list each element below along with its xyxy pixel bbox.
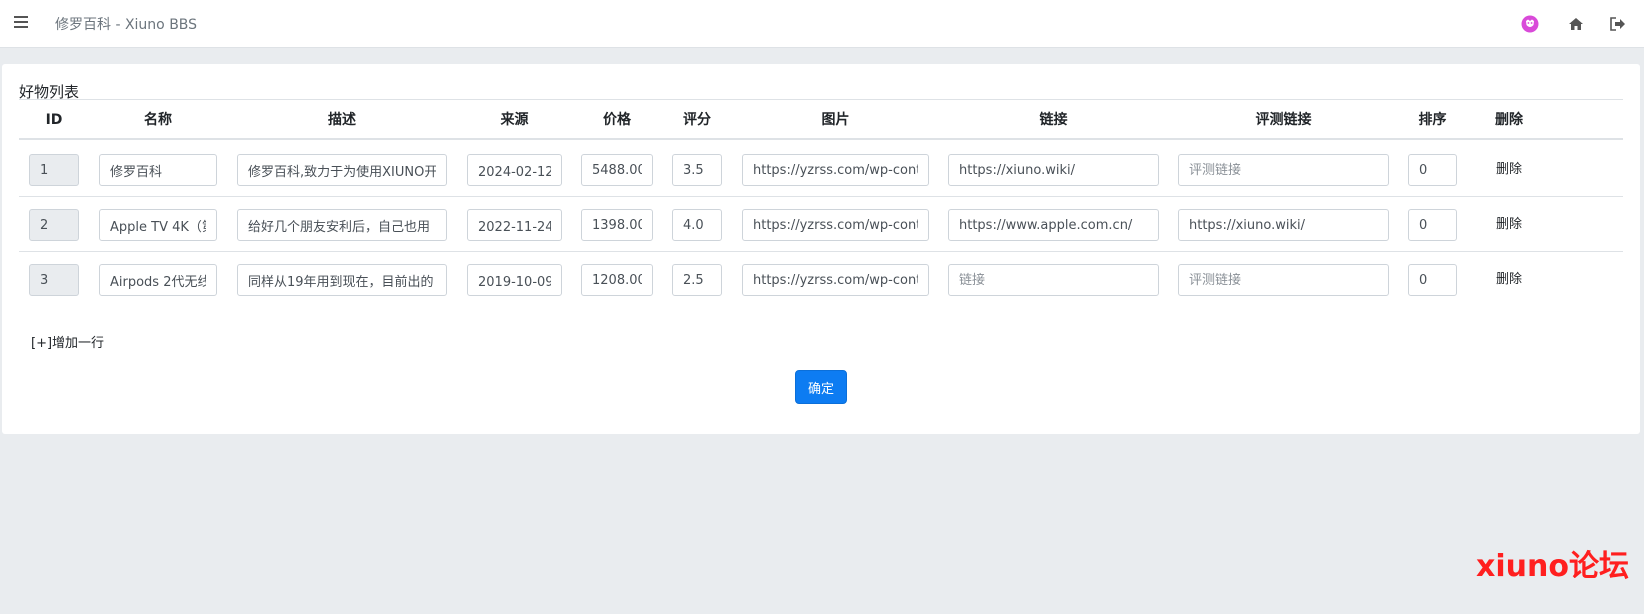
table-row: 删除 [19,197,1623,252]
price-input[interactable] [581,154,653,186]
delete-button[interactable]: 删除 [1464,209,1554,241]
image-input[interactable] [742,209,929,241]
review-link-input[interactable] [1178,209,1389,241]
col-header-image: 图片 [821,112,850,128]
col-header-rating: 评分 [683,112,711,128]
col-header-id: ID [45,112,63,128]
site-title[interactable]: 修罗百科 - Xiuno BBS [55,14,197,34]
table-row: 删除 [19,252,1623,307]
table-header: ID 名称 描述 来源 价格 评分 图片 链接 评测链接 排序 删除 [19,100,1623,140]
desc-input[interactable] [237,264,447,296]
order-input[interactable] [1408,209,1457,241]
col-header-delete: 删除 [1495,112,1523,128]
image-input[interactable] [742,154,929,186]
table-row: 删除 [19,142,1623,197]
col-header-source: 来源 [500,112,529,128]
name-input[interactable] [99,154,217,186]
watermark-logo: xiuno论坛 [1476,549,1629,584]
add-row-link[interactable]: [+]增加一行 [31,332,104,351]
rating-input[interactable] [672,209,722,241]
price-input[interactable] [581,209,653,241]
id-field [29,209,79,241]
link-input[interactable] [948,154,1159,186]
col-header-desc: 描述 [328,112,356,128]
image-input[interactable] [742,264,929,296]
col-header-order: 排序 [1418,112,1447,128]
order-input[interactable] [1408,264,1457,296]
col-header-review-link: 评测链接 [1255,112,1312,128]
avatar-icon[interactable] [1519,13,1541,35]
order-input[interactable] [1408,154,1457,186]
rating-input[interactable] [672,264,722,296]
name-input[interactable] [99,264,217,296]
delete-button[interactable]: 删除 [1464,264,1554,296]
delete-button[interactable]: 删除 [1464,154,1554,186]
source-input[interactable] [467,264,562,296]
rating-input[interactable] [672,154,722,186]
link-input[interactable] [948,209,1159,241]
col-header-price: 价格 [603,112,631,128]
desc-input[interactable] [237,209,447,241]
source-input[interactable] [467,154,562,186]
top-navbar: 修罗百科 - Xiuno BBS [0,0,1644,48]
menu-icon[interactable] [14,16,28,28]
review-link-input[interactable] [1178,264,1389,296]
id-field [29,154,79,186]
logout-icon[interactable] [1607,13,1629,35]
col-header-name: 名称 [144,112,172,128]
review-link-input[interactable] [1178,154,1389,186]
link-input[interactable] [948,264,1159,296]
name-input[interactable] [99,209,217,241]
home-icon[interactable] [1565,13,1587,35]
desc-input[interactable] [237,154,447,186]
goods-list-panel: 好物列表 ID 名称 描述 来源 价格 评分 图片 链接 评测链接 排序 删除 … [2,64,1640,434]
price-input[interactable] [581,264,653,296]
id-field [29,264,79,296]
col-header-link: 链接 [1039,112,1068,128]
confirm-button[interactable]: 确定 [795,370,847,404]
source-input[interactable] [467,209,562,241]
